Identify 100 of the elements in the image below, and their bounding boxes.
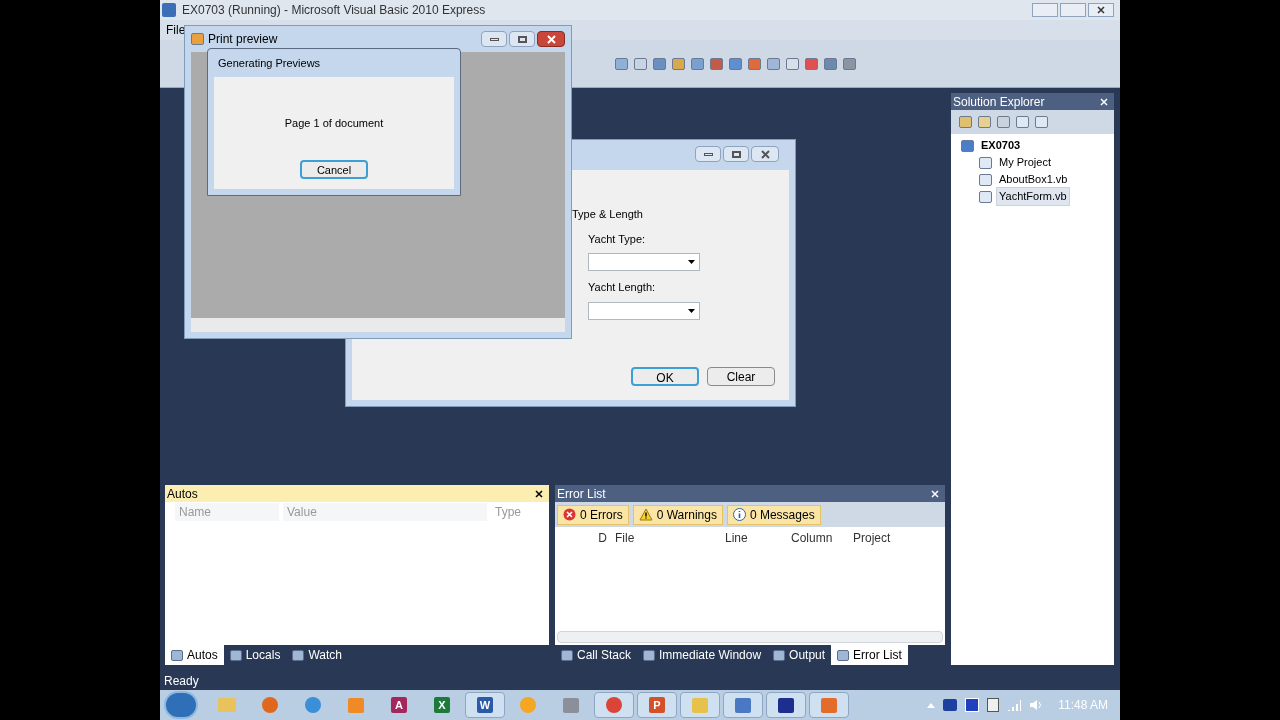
- panel-title: Autos: [167, 485, 199, 503]
- file-icon: [979, 173, 992, 186]
- maximize-button[interactable]: [509, 31, 535, 47]
- close-icon: [546, 34, 556, 44]
- caret-icon[interactable]: [927, 702, 936, 708]
- app-icon: P: [649, 697, 665, 713]
- panel-tab[interactable]: Error List: [831, 645, 908, 665]
- toolbar-icon: [710, 57, 723, 70]
- toolbar-icon: [959, 116, 972, 128]
- toolbar-icon: [997, 116, 1010, 128]
- tab-icon: [643, 649, 656, 661]
- menu-item[interactable]: File: [166, 21, 186, 39]
- app-icon: W: [477, 697, 493, 713]
- tab-icon: [292, 649, 305, 661]
- toolbar-icon: [634, 57, 647, 70]
- status-text: Ready: [164, 673, 199, 690]
- taskbar-button[interactable]: W: [465, 692, 505, 718]
- panel-tab[interactable]: Immediate Window: [637, 645, 768, 665]
- close-button[interactable]: [1088, 3, 1114, 17]
- app-icon: A: [391, 697, 407, 713]
- field-label: Yacht Length:: [588, 280, 657, 295]
- file-icon: [979, 190, 992, 203]
- tab-icon: [837, 649, 850, 661]
- panel-title: Error List: [557, 485, 607, 503]
- toolbar-icon: [615, 57, 628, 70]
- tree-item[interactable]: YachtForm.vb: [996, 187, 1070, 206]
- tree-item[interactable]: AboutBox1.vb: [996, 170, 1071, 189]
- panel-tab[interactable]: Call Stack: [555, 645, 638, 665]
- dropdown-field[interactable]: [588, 301, 700, 320]
- speaker-icon[interactable]: [1029, 699, 1044, 711]
- taskbar-button[interactable]: A: [379, 692, 419, 718]
- clock: 11:48 AM: [1057, 697, 1109, 714]
- toolbar-icon: [978, 116, 991, 128]
- dialog-button[interactable]: OK: [631, 367, 699, 386]
- info-icon: [732, 508, 746, 521]
- taskbar-button[interactable]: X: [422, 692, 462, 718]
- toolbar-icon: [672, 57, 685, 70]
- error-icon: [563, 508, 576, 521]
- toolbar-icon: [786, 57, 799, 70]
- toolbar-icon: [767, 57, 780, 70]
- tray-icon[interactable]: [987, 698, 1000, 712]
- column-header[interactable]: Column: [787, 529, 849, 547]
- maximize-button[interactable]: [723, 146, 749, 162]
- dialog-button[interactable]: Clear: [707, 367, 775, 386]
- column-header[interactable]: D: [555, 529, 611, 547]
- minimize-button[interactable]: [695, 146, 721, 162]
- minimize-button[interactable]: [481, 31, 507, 47]
- filter-button[interactable]: 0 Messages: [726, 504, 821, 525]
- panel-title: Solution Explorer: [953, 93, 1046, 111]
- tree-item[interactable]: EX0703: [978, 136, 1024, 155]
- toolbar-icon: [805, 57, 818, 70]
- close-icon[interactable]: [535, 489, 543, 498]
- column-header[interactable]: File: [611, 529, 721, 547]
- app-icon: [162, 3, 176, 17]
- panel-tab[interactable]: Locals: [223, 645, 287, 665]
- toolbar-icon: [691, 57, 704, 70]
- column-header[interactable]: Project: [849, 529, 919, 547]
- window-title: Print preview: [208, 31, 279, 48]
- dropdown-field[interactable]: [588, 253, 700, 271]
- window-title: EX0703 (Running) - Microsoft Visual Basic 2010 Express: [182, 2, 487, 19]
- dialog-title: Generating Previews: [218, 55, 321, 71]
- group-label: Type & Length: [572, 207, 644, 222]
- close-icon: [760, 149, 770, 159]
- toolbar-icon: [729, 57, 742, 70]
- caret-icon: [688, 308, 695, 313]
- start-button[interactable]: [164, 691, 198, 719]
- signal-icon[interactable]: [1007, 699, 1022, 711]
- toolbar-icon: [824, 57, 837, 70]
- app-icon: X: [434, 697, 450, 713]
- toolbar-icon: [653, 57, 666, 70]
- panel-tab[interactable]: Watch: [286, 645, 348, 665]
- toolbar-icon: [748, 57, 761, 70]
- close-icon: [1097, 6, 1105, 14]
- taskbar-button[interactable]: [766, 692, 806, 718]
- taskbar-button[interactable]: P: [637, 692, 677, 718]
- file-icon: [979, 156, 992, 169]
- filter-button[interactable]: 0 Errors: [557, 504, 629, 525]
- window-icon: [191, 33, 204, 45]
- column-header[interactable]: Line: [721, 529, 787, 547]
- caret-icon: [688, 260, 695, 264]
- horizontal-scrollbar[interactable]: [557, 631, 943, 643]
- close-button[interactable]: [751, 146, 779, 162]
- field-label: Yacht Type:: [588, 231, 647, 247]
- close-button[interactable]: [537, 31, 565, 47]
- tab-icon: [229, 649, 242, 661]
- filter-button[interactable]: 0 Warnings: [632, 504, 723, 525]
- toolbar-icon: [843, 57, 856, 70]
- progress-message: Page 1 of document: [284, 116, 384, 131]
- toolbar-icon: [1016, 116, 1029, 128]
- tab-icon: [171, 649, 183, 661]
- panel-tab[interactable]: Autos: [165, 645, 224, 665]
- tree-item[interactable]: My Project: [996, 153, 1054, 172]
- warning-icon: [638, 508, 653, 521]
- horizontal-scrollbar[interactable]: [191, 318, 565, 332]
- project-icon: [961, 139, 974, 152]
- panel-tab[interactable]: Output: [767, 645, 832, 665]
- tray-icon[interactable]: [943, 699, 958, 711]
- tab-icon: [561, 649, 573, 661]
- cancel-button[interactable]: Cancel: [300, 159, 368, 179]
- tab-icon: [773, 649, 786, 661]
